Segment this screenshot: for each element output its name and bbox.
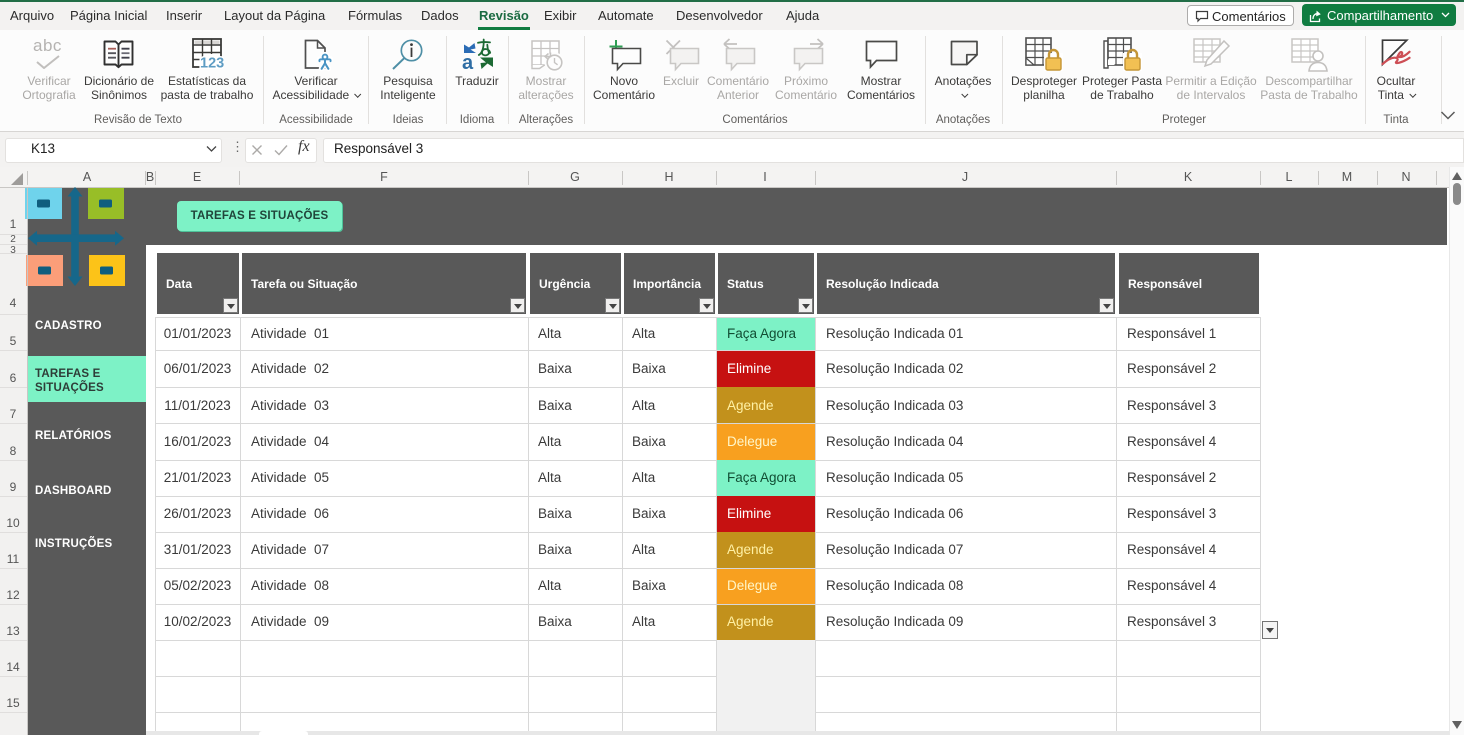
svg-text:a: a [462,52,474,71]
svg-text:123: 123 [200,56,224,70]
